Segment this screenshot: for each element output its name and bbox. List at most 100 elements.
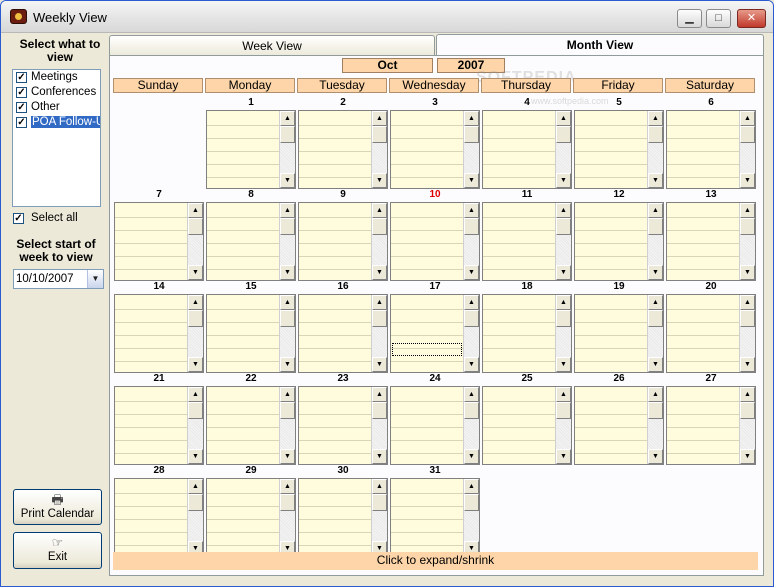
category-item[interactable]: ✓ POA Follow-Up [13,115,100,130]
checkbox-icon[interactable]: ✓ [16,102,27,113]
scrollbar[interactable]: ▲ ▼ [739,295,755,372]
scroll-up-icon[interactable]: ▲ [740,203,755,218]
scroll-down-icon[interactable]: ▼ [372,449,387,464]
scroll-down-icon[interactable]: ▼ [740,173,755,188]
day-notes-box[interactable]: ▲ ▼ [298,110,388,189]
scroll-thumb[interactable] [464,310,479,327]
scroll-up-icon[interactable]: ▲ [280,295,295,310]
scrollbar[interactable]: ▲ ▼ [555,111,571,188]
checkbox-icon[interactable]: ✓ [16,72,27,83]
scroll-up-icon[interactable]: ▲ [188,203,203,218]
day-notes-box[interactable]: ▲ ▼ [574,294,664,373]
scroll-thumb[interactable] [648,126,663,143]
day-notes-box[interactable]: ▲ ▼ [298,478,388,557]
scroll-thumb[interactable] [280,310,295,327]
scrollbar[interactable]: ▲ ▼ [279,111,295,188]
day-notes-box[interactable]: ▲ ▼ [666,386,756,465]
scroll-up-icon[interactable]: ▲ [372,479,387,494]
scrollbar[interactable]: ▲ ▼ [555,387,571,464]
scroll-thumb[interactable] [280,494,295,511]
day-notes-box[interactable]: ▲ ▼ [114,202,204,281]
scroll-up-icon[interactable]: ▲ [648,203,663,218]
day-notes-box[interactable]: ▲ ▼ [482,110,572,189]
scroll-up-icon[interactable]: ▲ [740,111,755,126]
scroll-down-icon[interactable]: ▼ [648,357,663,372]
scroll-thumb[interactable] [372,402,387,419]
scroll-up-icon[interactable]: ▲ [372,111,387,126]
tab-month-view[interactable]: Month View [436,34,764,56]
select-all-checkbox[interactable]: ✓ Select all [13,212,109,227]
day-notes-box[interactable]: ▲ ▼ [482,386,572,465]
title-bar[interactable]: Weekly View ▁ □ ✕ [1,1,773,33]
scroll-thumb[interactable] [740,126,755,143]
scroll-up-icon[interactable]: ▲ [556,111,571,126]
scroll-down-icon[interactable]: ▼ [188,449,203,464]
scrollbar[interactable]: ▲ ▼ [463,295,479,372]
close-button[interactable]: ✕ [737,9,766,28]
scroll-down-icon[interactable]: ▼ [740,357,755,372]
scroll-up-icon[interactable]: ▲ [464,479,479,494]
checkbox-icon[interactable]: ✓ [16,87,27,98]
scroll-up-icon[interactable]: ▲ [556,203,571,218]
scroll-thumb[interactable] [372,126,387,143]
day-notes-box[interactable]: ▲ ▼ [482,294,572,373]
scroll-thumb[interactable] [188,218,203,235]
scroll-down-icon[interactable]: ▼ [556,265,571,280]
day-notes-box[interactable]: ▲ ▼ [666,110,756,189]
scroll-thumb[interactable] [740,218,755,235]
day-notes-box[interactable]: ▲ ▼ [298,202,388,281]
tab-week-view[interactable]: Week View [109,35,435,56]
scroll-down-icon[interactable]: ▼ [280,449,295,464]
scrollbar[interactable]: ▲ ▼ [555,295,571,372]
scrollbar[interactable]: ▲ ▼ [739,111,755,188]
scrollbar[interactable]: ▲ ▼ [463,111,479,188]
scroll-down-icon[interactable]: ▼ [280,173,295,188]
scrollbar[interactable]: ▲ ▼ [647,203,663,280]
print-calendar-button[interactable]: 🖶 Print Calendar [13,489,102,525]
scroll-thumb[interactable] [372,310,387,327]
maximize-button[interactable]: □ [706,9,731,28]
scroll-down-icon[interactable]: ▼ [464,357,479,372]
scrollbar[interactable]: ▲ ▼ [279,479,295,556]
scroll-up-icon[interactable]: ▲ [648,111,663,126]
scroll-down-icon[interactable]: ▼ [648,265,663,280]
scroll-thumb[interactable] [280,402,295,419]
scrollbar[interactable]: ▲ ▼ [739,203,755,280]
scrollbar[interactable]: ▲ ▼ [555,203,571,280]
scrollbar[interactable]: ▲ ▼ [371,111,387,188]
day-notes-box[interactable]: ▲ ▼ [390,478,480,557]
scroll-up-icon[interactable]: ▲ [464,295,479,310]
scrollbar[interactable]: ▲ ▼ [371,295,387,372]
day-notes-box[interactable]: ▲ ▼ [482,202,572,281]
scroll-down-icon[interactable]: ▼ [740,265,755,280]
scrollbar[interactable]: ▲ ▼ [279,387,295,464]
scroll-up-icon[interactable]: ▲ [464,387,479,402]
scroll-thumb[interactable] [464,494,479,511]
scroll-up-icon[interactable]: ▲ [372,203,387,218]
scroll-up-icon[interactable]: ▲ [188,387,203,402]
day-notes-box[interactable]: ▲ ▼ [298,386,388,465]
day-notes-box[interactable]: ▲ ▼ [114,478,204,557]
chevron-down-icon[interactable]: ▼ [87,270,103,288]
scroll-down-icon[interactable]: ▼ [280,357,295,372]
scroll-up-icon[interactable]: ▲ [188,295,203,310]
scroll-down-icon[interactable]: ▼ [372,357,387,372]
scroll-thumb[interactable] [464,218,479,235]
scroll-thumb[interactable] [280,218,295,235]
day-notes-box[interactable]: ▲ ▼ [390,294,480,373]
scroll-up-icon[interactable]: ▲ [280,111,295,126]
scroll-thumb[interactable] [740,402,755,419]
scrollbar[interactable]: ▲ ▼ [371,479,387,556]
scroll-down-icon[interactable]: ▼ [464,173,479,188]
day-notes-box[interactable]: ▲ ▼ [666,294,756,373]
scroll-up-icon[interactable]: ▲ [556,387,571,402]
scroll-down-icon[interactable]: ▼ [188,357,203,372]
scroll-up-icon[interactable]: ▲ [464,203,479,218]
scroll-thumb[interactable] [648,310,663,327]
scroll-up-icon[interactable]: ▲ [280,203,295,218]
category-item[interactable]: ✓ Other [13,100,100,115]
scroll-thumb[interactable] [280,126,295,143]
scroll-thumb[interactable] [372,494,387,511]
scroll-up-icon[interactable]: ▲ [280,387,295,402]
scroll-thumb[interactable] [464,402,479,419]
